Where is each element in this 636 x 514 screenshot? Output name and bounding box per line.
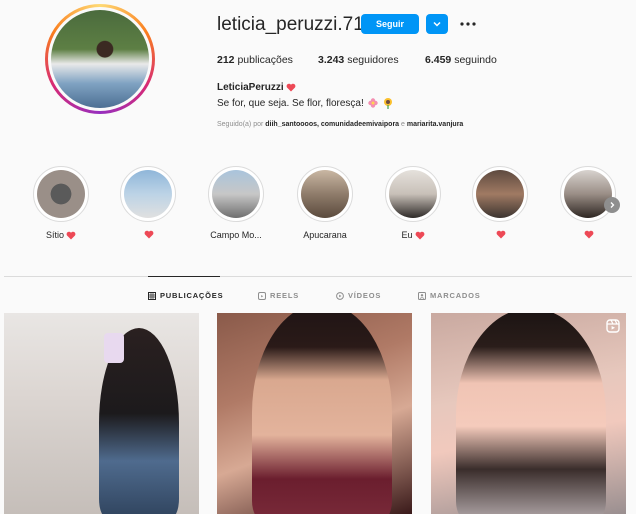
profile-avatar-ring[interactable]: [45, 4, 155, 114]
grid-icon: [148, 291, 156, 300]
active-tab-indicator: [148, 276, 220, 277]
tab-marcados[interactable]: MARCADOS: [418, 291, 481, 300]
following-link[interactable]: 6.459 seguindo: [425, 54, 497, 66]
full-name: LeticiaPeruzzi: [217, 82, 296, 93]
avatar[interactable]: [51, 10, 149, 108]
highlight-item[interactable]: [472, 166, 528, 239]
post-subject: [456, 313, 606, 514]
heart-icon: [415, 231, 424, 239]
highlights-next-button[interactable]: [604, 197, 620, 213]
posts-count: 212 publicações: [217, 54, 293, 66]
heart-icon: [66, 231, 76, 239]
highlight-item[interactable]: Campo Mo...: [208, 166, 264, 240]
tab-videos[interactable]: VÍDEOS: [336, 291, 381, 300]
heart-icon: [144, 230, 154, 239]
heart-icon: [286, 83, 296, 92]
username: leticia_peruzzi.71: [217, 14, 364, 35]
post-thumbnail[interactable]: [4, 313, 199, 514]
highlight-item[interactable]: Apucarana: [297, 166, 353, 240]
tab-publicacoes[interactable]: PUBLICAÇÕES: [148, 291, 223, 300]
highlight-cover: [212, 170, 260, 218]
chevron-right-icon: [610, 202, 615, 208]
highlight-item[interactable]: [120, 166, 176, 239]
tabs-divider: [4, 276, 632, 277]
post-subject: [252, 313, 392, 514]
video-icon: [336, 291, 344, 300]
phone-shape: [104, 333, 124, 363]
followed-by[interactable]: Seguido(a) por diih_santoooos, comunidad…: [217, 121, 463, 128]
highlight-cover: [124, 170, 172, 218]
highlight-cover: [476, 170, 524, 218]
sunflower-icon: [383, 98, 392, 109]
tab-reels[interactable]: REELS: [258, 291, 299, 300]
highlight-cover: [37, 170, 85, 218]
flower-icon: [368, 98, 378, 108]
bio: Se for, que seja. Se flor, floresça!: [217, 97, 394, 109]
highlight-item[interactable]: Sítio: [33, 166, 89, 240]
followers-link[interactable]: 3.243 seguidores: [318, 54, 399, 66]
highlight-item[interactable]: Eu: [385, 166, 441, 240]
heart-icon: [496, 230, 506, 239]
highlight-cover: [301, 170, 349, 218]
follow-button[interactable]: Seguir: [361, 14, 419, 34]
highlight-cover: [564, 170, 612, 218]
reels-icon: [258, 291, 266, 300]
tagged-icon: [418, 291, 426, 300]
post-thumbnail[interactable]: [217, 313, 412, 514]
reels-icon: [606, 319, 620, 333]
chevron-down-icon: [433, 21, 441, 27]
highlight-cover: [389, 170, 437, 218]
post-thumbnail[interactable]: [431, 313, 626, 514]
heart-icon: [584, 230, 594, 239]
suggested-dropdown-button[interactable]: [426, 14, 448, 34]
more-options-button[interactable]: [458, 14, 478, 34]
more-dots-icon: [460, 22, 476, 26]
